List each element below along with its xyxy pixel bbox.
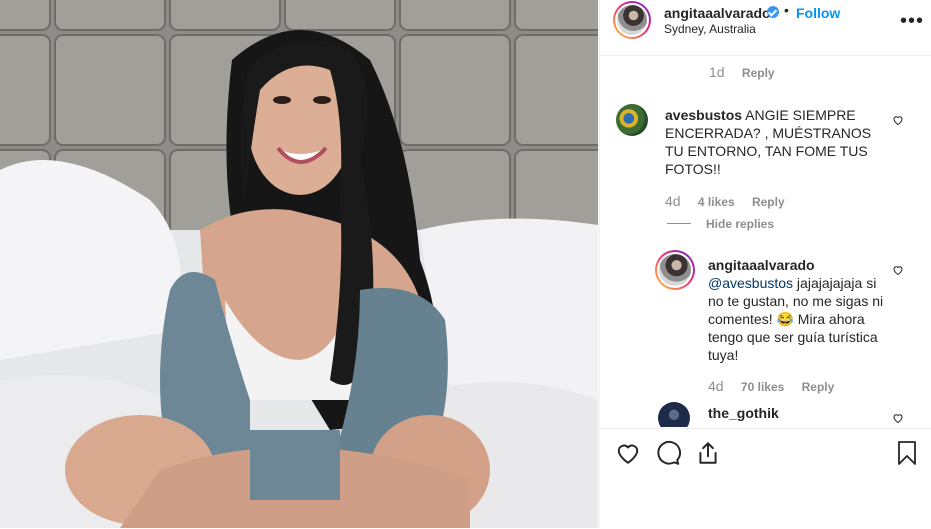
- follow-button[interactable]: Follow: [796, 5, 840, 21]
- comment-reply: angitaaalvarado @avesbustos jajajajajaja…: [708, 256, 886, 364]
- reply-button[interactable]: Reply: [802, 380, 835, 394]
- post-photo[interactable]: [0, 0, 598, 528]
- header-separator: •: [784, 2, 789, 18]
- verified-badge-icon: [767, 6, 779, 18]
- comment-like-heart-icon[interactable]: [892, 114, 904, 126]
- reply-like-heart-icon[interactable]: [892, 264, 904, 276]
- bookmark-icon[interactable]: [895, 440, 919, 466]
- author-username[interactable]: angitaaalvarado: [664, 5, 771, 21]
- comment-icon[interactable]: [655, 440, 681, 466]
- reply-username[interactable]: angitaaalvarado: [708, 257, 815, 273]
- reply-likes[interactable]: 70 likes: [741, 380, 784, 394]
- gothik-username[interactable]: the_gothik: [708, 405, 779, 421]
- post-side-panel: angitaaalvarado • Follow Sydney, Austral…: [599, 0, 931, 528]
- comment-time: 4d: [665, 193, 681, 209]
- reply-button[interactable]: Reply: [742, 66, 775, 80]
- hide-replies-button[interactable]: Hide replies: [706, 217, 774, 231]
- commenter-username[interactable]: avesbustos: [665, 107, 742, 123]
- gothik-like-heart-icon[interactable]: [892, 412, 904, 424]
- location-link[interactable]: Sydney, Australia: [664, 22, 756, 36]
- comment-meta: 1d Reply: [709, 64, 775, 80]
- gothik-avatar[interactable]: [658, 402, 690, 427]
- more-options-icon[interactable]: •••: [900, 10, 924, 33]
- share-icon[interactable]: [695, 440, 721, 466]
- post-header: angitaaalvarado • Follow Sydney, Austral…: [600, 0, 931, 56]
- mention-link[interactable]: @avesbustos: [708, 275, 793, 291]
- post-actions-bar: [600, 428, 931, 529]
- hide-replies-line: [667, 223, 691, 224]
- comment-gothik: the_gothik: [708, 404, 779, 422]
- reply-time: 4d: [708, 378, 724, 394]
- reply-button[interactable]: Reply: [752, 195, 785, 209]
- comment-avesbustos: avesbustos ANGIE SIEMPRE ENCERRADA? , MU…: [665, 106, 885, 178]
- comment-meta: 4d 4 likes Reply: [665, 193, 785, 209]
- reply-meta: 4d 70 likes Reply: [708, 378, 834, 394]
- reply-author-avatar[interactable]: [655, 250, 695, 290]
- comment-likes[interactable]: 4 likes: [698, 195, 735, 209]
- heart-icon[interactable]: [615, 440, 641, 466]
- commenter-avatar[interactable]: [616, 104, 648, 136]
- author-avatar[interactable]: [613, 1, 651, 39]
- comments-list[interactable]: 1d Reply avesbustos ANGIE SIEMPRE ENCERR…: [600, 56, 931, 427]
- comment-time: 1d: [709, 64, 725, 80]
